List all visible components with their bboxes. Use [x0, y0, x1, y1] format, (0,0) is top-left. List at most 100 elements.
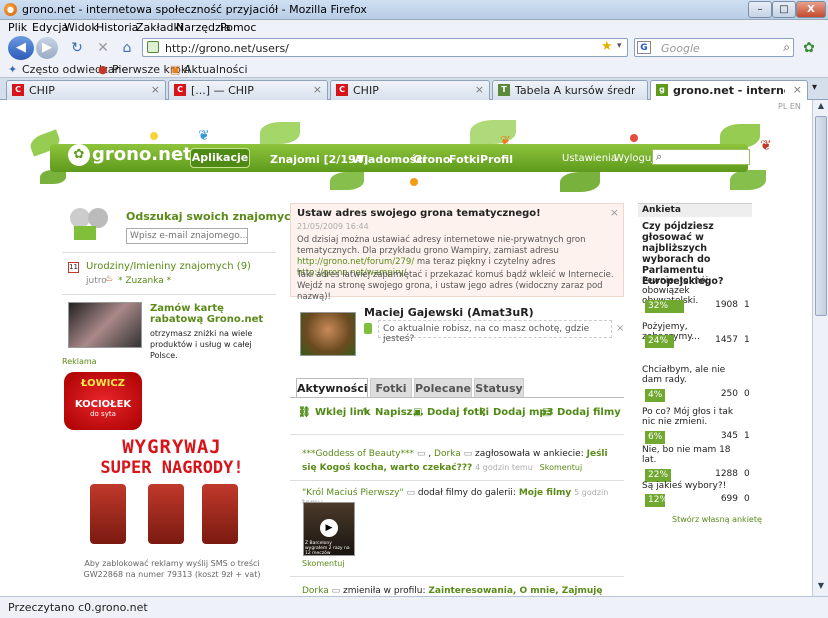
menu-edit[interactable]: Edycja — [32, 21, 68, 34]
tab-close-icon[interactable]: × — [151, 83, 160, 96]
search-box[interactable]: G Google ⌕ — [634, 38, 794, 57]
forward-icon[interactable]: ▶ — [36, 37, 58, 59]
tab-list-icon[interactable]: ▾ — [812, 82, 817, 93]
comment-icon: ▭ — [463, 449, 473, 459]
apps-button[interactable]: Aplikacje — [190, 148, 250, 168]
tab-5-active[interactable]: g grono.net - internetowa społ... × — [650, 80, 808, 101]
reload-icon[interactable]: ↻ — [68, 39, 86, 57]
phone-icon — [364, 323, 372, 334]
nav-profile[interactable]: Profil — [480, 153, 513, 166]
bookmark-star-icon: ✦ — [8, 63, 18, 76]
comment-icon: ▭ — [331, 586, 341, 596]
tab-3[interactable]: C CHIP × — [330, 80, 490, 100]
user-name[interactable]: Maciej Gajewski (Amat3uR) — [364, 306, 534, 319]
feed-item: ***Goddess of Beauty*** ▭ , Dorka ▭ zagł… — [302, 448, 614, 475]
search-engine-icon[interactable]: G — [637, 41, 651, 54]
find-friends-title[interactable]: Odszukaj swoich znajomych — [126, 210, 299, 223]
play-icon[interactable]: ▶ — [320, 519, 338, 537]
grono-logo-icon: ✿ — [68, 144, 90, 166]
chip-icon: C — [174, 84, 186, 96]
tab-close-icon[interactable]: × — [793, 83, 802, 96]
menu-view[interactable]: Widok — [64, 21, 98, 34]
video-thumbnail[interactable]: ▶ Z Barcelony wygrałem 2 razy na 12 mecz… — [303, 502, 355, 556]
maximize-button[interactable]: □ — [772, 1, 796, 18]
ad-brand-sub2: do syta — [90, 410, 116, 418]
bookmark-news[interactable]: Aktualności — [184, 63, 248, 76]
nav-logout[interactable]: Wyloguj — [614, 153, 654, 164]
search-magnifier-icon[interactable]: ⌕ — [783, 40, 790, 55]
ad-label: Reklama — [62, 357, 97, 366]
ad-headline-2[interactable]: SUPER NAGRODY! — [62, 458, 282, 478]
tab-statuses[interactable]: Statusy — [474, 378, 524, 397]
tab-photos[interactable]: Fotki — [370, 378, 412, 397]
tab-activities[interactable]: Aktywności — [296, 378, 368, 397]
bookmark-star-icon[interactable]: ★ — [601, 39, 613, 54]
feed-actor[interactable]: Dorka — [434, 449, 461, 459]
film-icon: ▤ — [542, 407, 552, 418]
feed-actor[interactable]: Dorka — [302, 586, 329, 596]
create-poll-link[interactable]: Stwórz własną ankietę — [672, 515, 762, 524]
promo-photo[interactable] — [68, 302, 142, 348]
addon-icon[interactable]: ✿ — [800, 39, 818, 57]
nav-photos[interactable]: Fotki — [449, 153, 480, 166]
scroll-thumb[interactable] — [815, 116, 827, 316]
lowicz-logo[interactable]: ŁOWICZ KOCIOŁEK do syta — [64, 372, 142, 430]
ad-headline-1[interactable]: WYGRYWAJ — [62, 436, 282, 458]
tab-close-icon[interactable]: × — [475, 83, 484, 96]
tab-close-icon[interactable]: × — [313, 83, 322, 96]
stop-icon[interactable]: ✕ — [94, 39, 112, 57]
grono-logo[interactable]: ✿ grono.net — [68, 144, 192, 166]
url-text[interactable]: http://grono.net/users/ — [165, 42, 289, 55]
nav-settings[interactable]: Ustawienia — [562, 153, 617, 164]
user-avatar[interactable] — [300, 312, 356, 356]
page-content: PL EN ❦ ❦ ❦ ✿ grono.net Aplikacje Znajomi… — [0, 100, 828, 596]
feed-actor[interactable]: "Król Maciuś Pierwszy" — [302, 488, 404, 498]
back-icon[interactable]: ◀ — [8, 36, 34, 60]
comment-link[interactable]: Skomentuj — [302, 559, 345, 568]
notice-link[interactable]: http://grono.net/forum/279/ — [297, 257, 414, 267]
minimize-button[interactable]: – — [748, 1, 772, 18]
add-films-button[interactable]: Dodaj filmy — [557, 407, 621, 418]
menu-history[interactable]: Historia — [96, 21, 138, 34]
poll-header: Ankieta — [638, 203, 752, 217]
notice-close-icon[interactable]: × — [610, 206, 619, 219]
poll-extra: 1 — [744, 431, 750, 441]
nav-groups[interactable]: Grono — [413, 153, 450, 166]
tab-1[interactable]: C CHIP × — [6, 80, 166, 100]
promo-title[interactable]: Zamów kartę rabatową Grono.net — [150, 303, 270, 325]
poll-bar: 24% — [645, 335, 674, 348]
tab-4[interactable]: T Tabela A kursów średnich walu... — [492, 80, 648, 100]
tab-2[interactable]: C [...] — CHIP × — [168, 80, 328, 100]
poll-bar: 12% — [645, 494, 668, 507]
friend-email-input[interactable] — [126, 228, 248, 244]
scroll-up-icon[interactable]: ▲ — [815, 101, 827, 115]
feed-actor[interactable]: ***Goddess of Beauty*** — [302, 449, 414, 459]
feed-item: Dorka ▭ zmieniła w profilu: Zainteresowa… — [302, 586, 614, 596]
home-icon[interactable]: ⌂ — [118, 39, 136, 57]
scroll-down-icon[interactable]: ▼ — [815, 581, 827, 595]
poll-votes: 1288 — [715, 469, 738, 479]
status-input[interactable]: Co aktualnie robisz, na co masz ochotę, … — [378, 320, 612, 344]
comment-icon: ▭ — [406, 488, 415, 498]
navigation-toolbar: ◀ ▶ ↻ ✕ ⌂ http://grono.net/users/ ★ ▾ G … — [0, 36, 828, 60]
status-close-icon[interactable]: × — [616, 323, 624, 334]
site-search-input[interactable]: ⌕ — [652, 149, 750, 165]
title-bar: ● grono.net - internetowa społeczność pr… — [0, 0, 828, 20]
birthday-tomorrow: jutro — [86, 276, 107, 286]
language-switch[interactable]: PL EN — [778, 102, 801, 111]
url-dropdown-icon[interactable]: ▾ — [617, 41, 622, 51]
menu-help[interactable]: Pomoc — [220, 21, 256, 34]
birthday-name[interactable]: * Zuzanka * — [118, 276, 171, 286]
poll-extra: 0 — [744, 389, 750, 399]
tab-recommended[interactable]: Polecane — [414, 378, 472, 397]
close-button[interactable]: X — [796, 1, 826, 18]
comment-link[interactable]: Skomentuj — [540, 463, 583, 472]
menu-file[interactable]: Plik — [8, 21, 27, 34]
address-bar[interactable]: http://grono.net/users/ ★ ▾ — [142, 38, 628, 57]
vertical-scrollbar[interactable]: ▲ ▼ — [812, 100, 828, 596]
birthdays-title[interactable]: Urodziny/Imieniny znajomych (9) — [86, 261, 251, 272]
promo-text: otrzymasz zniżki na wiele produktów i us… — [150, 329, 253, 360]
notice-title: Ustaw adres swojego grona tematycznego! — [297, 208, 541, 219]
feed-target[interactable]: Moje filmy — [519, 488, 571, 498]
poll-bar: 6% — [645, 431, 665, 444]
